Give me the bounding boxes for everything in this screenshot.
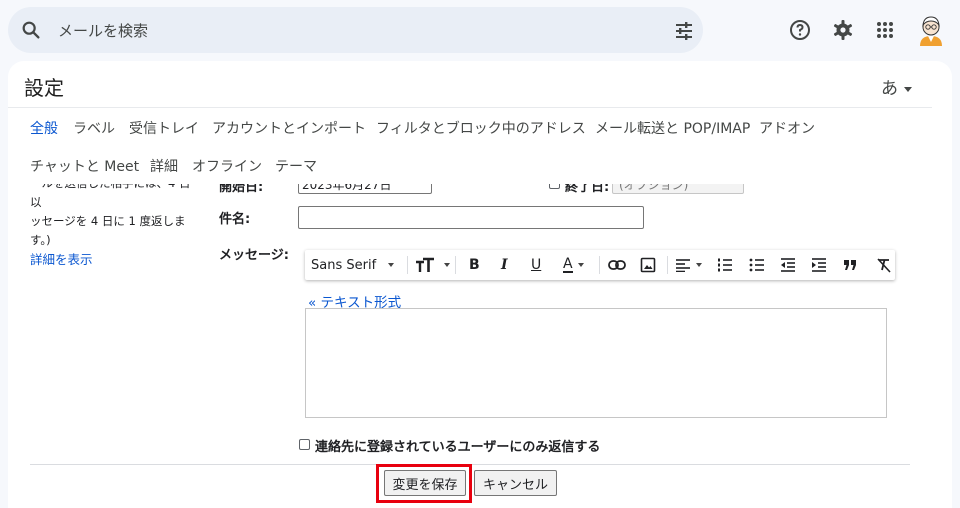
tab-labels[interactable]: ラベル (73, 118, 115, 138)
numbered-list-icon[interactable] (717, 255, 733, 275)
help-icon[interactable] (788, 18, 812, 42)
chevron-down-icon (577, 263, 584, 267)
link-icon[interactable] (608, 255, 626, 275)
start-date-input[interactable]: 2023年6月27日 (298, 184, 432, 194)
font-size-icon[interactable] (415, 255, 450, 275)
tab-chat-meet[interactable]: チャットと Meet (30, 156, 139, 176)
tab-offline[interactable]: オフライン (192, 156, 262, 176)
toolbar-divider (455, 256, 456, 274)
message-editor[interactable] (305, 308, 887, 418)
tab-general[interactable]: 全般 (30, 118, 58, 138)
italic-icon[interactable]: I (501, 255, 508, 275)
subject-input[interactable] (298, 206, 644, 229)
description-line: ールを送信した相手には、4 日以 (30, 184, 190, 209)
contacts-only-label: 連絡先に登録されているユーザーにのみ返信する (315, 440, 601, 455)
tab-forwarding[interactable]: メール転送と POP/IMAP (595, 118, 750, 138)
search-bar[interactable]: メールを検索 (8, 7, 703, 53)
learn-more-link[interactable]: 詳細を表示 (30, 250, 195, 269)
start-date-label: 開始日: (219, 184, 264, 195)
description-line: す。) (30, 233, 51, 247)
search-options-icon[interactable] (672, 19, 696, 43)
page-title: 設定 (24, 76, 64, 100)
subject-label: 件名: (219, 212, 251, 227)
remove-formatting-icon[interactable] (876, 255, 892, 275)
search-input[interactable]: メールを検索 (58, 20, 148, 41)
image-icon[interactable] (640, 255, 656, 275)
account-avatar[interactable] (914, 12, 948, 46)
chevron-down-icon (696, 263, 702, 267)
tab-filters[interactable]: フィルタとブロック中のアドレス (376, 118, 586, 138)
start-date-value: 2023年6月27日 (302, 184, 392, 192)
input-tools-label: あ (881, 79, 898, 99)
toolbar-divider (599, 256, 600, 274)
chevron-down-icon (388, 263, 395, 267)
vacation-section: ールを送信した相手には、4 日以 ッセージを 4 日に 1 度返しま す。) 詳… (8, 184, 952, 508)
indent-more-icon[interactable] (811, 255, 827, 275)
cancel-button[interactable]: キャンセル (474, 470, 557, 496)
input-tools-button[interactable]: あ (881, 74, 912, 99)
tab-themes[interactable]: テーマ (275, 156, 317, 176)
vacation-description: ールを送信した相手には、4 日以 ッセージを 4 日に 1 度返しま す。) 詳… (30, 184, 195, 269)
align-icon[interactable] (675, 255, 702, 275)
search-icon[interactable] (20, 19, 42, 41)
chevron-down-icon (444, 263, 450, 267)
font-family-dropdown[interactable]: Sans Serif (311, 255, 395, 275)
end-date-label: 終了日: (565, 184, 610, 195)
indent-less-icon[interactable] (780, 255, 796, 275)
tab-inbox[interactable]: 受信トレイ (129, 118, 199, 138)
end-date-input[interactable]: (オプション) (612, 184, 744, 194)
description-line: ッセージを 4 日に 1 度返しま (30, 214, 186, 228)
text-color-icon[interactable]: A (563, 255, 584, 275)
message-label: メッセージ: (219, 248, 289, 263)
chevron-down-icon (904, 86, 912, 92)
bold-icon[interactable]: B (469, 255, 480, 275)
apps-grid-icon[interactable] (873, 18, 897, 42)
underline-icon[interactable]: U (531, 255, 541, 275)
highlight-box (376, 464, 472, 503)
formatting-toolbar: Sans Serif B I U A (305, 250, 895, 280)
settings-gear-icon[interactable] (831, 18, 855, 42)
divider (8, 107, 932, 108)
font-name: Sans Serif (311, 257, 377, 273)
contacts-only-checkbox[interactable] (299, 439, 310, 450)
toolbar-divider (407, 256, 408, 274)
toolbar-divider (667, 256, 668, 274)
end-date-value: (オプション) (619, 184, 689, 192)
settings-panel: 設定 あ 全般 ラベル 受信トレイ アカウントとインポート フィルタとブロック中… (8, 61, 952, 508)
bulleted-list-icon[interactable] (749, 255, 765, 275)
tab-addons[interactable]: アドオン (759, 118, 815, 138)
tab-accounts[interactable]: アカウントとインポート (212, 118, 366, 138)
quote-icon[interactable] (843, 255, 857, 275)
tab-advanced[interactable]: 詳細 (150, 156, 178, 176)
end-date-checkbox[interactable] (549, 184, 560, 189)
